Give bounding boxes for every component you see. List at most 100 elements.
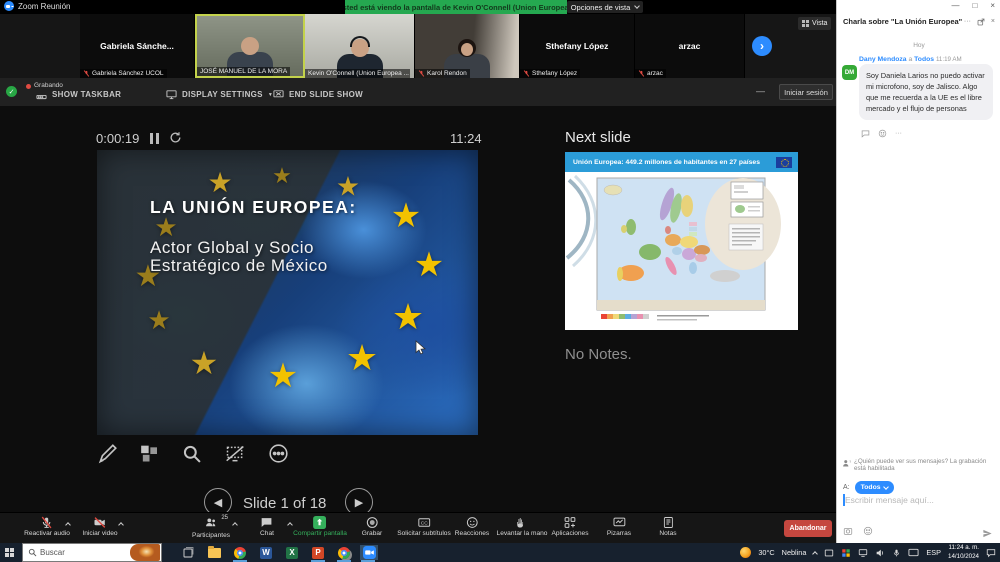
file-explorer-icon[interactable] [206, 545, 222, 560]
chat-options-chevron[interactable] [287, 522, 293, 528]
tray-mic-icon[interactable] [892, 548, 901, 558]
search-icon [28, 548, 37, 557]
privacy-note: ? ¿Quién puede ver sus mensajes? La grab… [842, 458, 994, 472]
action-center-icon[interactable] [986, 548, 996, 558]
chat-close-button[interactable]: × [990, 1, 995, 10]
chat-button[interactable]: Chat [260, 516, 274, 537]
screenshot-icon[interactable] [843, 526, 853, 536]
end-show-icon [273, 89, 284, 100]
view-options-button[interactable]: Opciones de vista [567, 1, 643, 13]
weather-desc[interactable]: Neblina [782, 548, 807, 557]
participant-tile-gabriela[interactable]: Gabriela Sánche... Gabriela Sánchez UCOL [80, 14, 195, 78]
tray-color-app-icon[interactable] [841, 548, 851, 558]
network-icon[interactable] [858, 548, 868, 558]
participant-tile-karol[interactable]: Karol Rendon [415, 14, 520, 78]
zoom-slide-icon[interactable] [182, 444, 202, 464]
participants-options-chevron[interactable] [232, 522, 238, 528]
muted-mic-icon [83, 70, 90, 77]
leave-meeting-button[interactable]: Abandonar [784, 520, 832, 537]
participant-tile-jose[interactable]: JOSÉ MANUEL DE LA MORA [195, 14, 305, 78]
slide-title: LA UNIÓN EUROPEA: [150, 197, 357, 218]
chrome-icon[interactable] [232, 545, 248, 560]
tray-window-icon[interactable] [824, 548, 834, 558]
message-more-icon[interactable]: ··· [895, 130, 902, 137]
cc-icon: CC [417, 516, 431, 529]
minimize-toolbar-button[interactable]: — [756, 86, 765, 96]
recipient-selector[interactable]: Todos [855, 481, 894, 494]
reply-icon[interactable] [861, 129, 870, 138]
chat-message-input[interactable] [845, 495, 993, 505]
display-settings-button[interactable]: DISPLAY SETTINGS ▼ [166, 89, 273, 100]
share-screen-button[interactable]: Compartir pantalla [293, 516, 347, 537]
reactions-button[interactable]: Reacciones [455, 516, 489, 537]
language-indicator[interactable]: ESP [926, 548, 941, 557]
zoom-taskbar-icon[interactable] [360, 545, 378, 560]
end-slide-show-button[interactable]: END SLIDE SHOW [273, 89, 363, 100]
slide-subtitle-2: Estratégico de México [150, 256, 328, 276]
excel-icon[interactable]: X [284, 545, 300, 560]
black-screen-icon[interactable] [224, 444, 246, 464]
add-reaction-icon[interactable] [878, 129, 887, 138]
hidden-icons-chevron[interactable] [813, 551, 819, 557]
whiteboards-button[interactable]: Pizarras [607, 516, 631, 537]
video-options-chevron[interactable] [118, 522, 124, 528]
current-slide[interactable]: ★ ★ ★ ★ ★ ★ ★ ★ ★ ★ ★ ★ LA UNIÓN EUROPEA… [97, 150, 478, 435]
apps-button[interactable]: Aplicaciones [551, 516, 588, 537]
eu-star-icon: ★ [207, 169, 232, 197]
participant-tile-arzac[interactable]: arzac arzac [635, 14, 745, 78]
touch-keyboard-icon[interactable] [908, 548, 919, 557]
search-input[interactable] [40, 548, 130, 557]
see-all-slides-icon[interactable] [139, 444, 160, 464]
taskbar-clock[interactable]: 11:24 a. m. 14/10/2024 [948, 544, 979, 561]
more-options-icon[interactable] [268, 443, 289, 464]
record-button[interactable]: Grabar [362, 516, 383, 537]
chat-minimize-button[interactable]: — [951, 1, 959, 10]
zoom-app-icon [4, 1, 14, 11]
message-sender[interactable]: Dany Mendoza [859, 56, 907, 63]
taskbar-search[interactable] [22, 543, 162, 562]
captions-button[interactable]: CC Solicitar subtítulos [397, 516, 451, 537]
pop-out-icon[interactable] [977, 18, 985, 26]
participant-tile-sthefany[interactable]: Sthefany López Sthefany López [520, 14, 635, 78]
svg-text:?: ? [849, 460, 851, 464]
participants-button[interactable]: 25 Participantes [192, 516, 230, 539]
unmute-button[interactable]: Reactivar audio [24, 516, 70, 537]
chrome-profile-icon[interactable] [336, 545, 352, 560]
participant-tile-kevin[interactable]: Kevin O'Connell (Union Europea ... [305, 14, 415, 78]
search-highlight-image[interactable] [130, 544, 160, 561]
eu-star-icon: ★ [190, 347, 219, 379]
message-recipient[interactable]: Todos [914, 56, 934, 63]
notes-button[interactable]: Notas [659, 516, 676, 537]
view-layout-button[interactable]: Vista [798, 17, 831, 30]
app-title: Zoom Reunión [18, 2, 70, 11]
camera-slash-icon [94, 516, 107, 529]
restart-timer-button[interactable] [169, 131, 182, 149]
powerpoint-icon[interactable]: P [310, 545, 326, 560]
emoji-icon[interactable] [863, 526, 873, 536]
send-icon[interactable] [982, 528, 993, 539]
task-view-button[interactable] [180, 545, 196, 560]
chat-message-bubble[interactable]: Soy Daniela Larios no puedo activar mi m… [859, 64, 993, 120]
video-strip: Gabriela Sánche... Gabriela Sánchez UCOL… [0, 14, 836, 78]
chat-more-icon[interactable]: ··· [964, 18, 971, 25]
show-taskbar-button[interactable]: SHOW TASKBAR [36, 89, 121, 100]
raise-hand-button[interactable]: Levantar la mano [497, 516, 548, 537]
chat-maximize-button[interactable]: □ [972, 1, 977, 10]
participants-icon [204, 516, 218, 529]
pause-timer-button[interactable] [150, 133, 159, 144]
start-button[interactable] [5, 548, 14, 557]
chat-panel-close-icon[interactable]: × [991, 18, 995, 25]
avatar: DM [842, 65, 857, 80]
word-icon[interactable]: W [258, 545, 274, 560]
weather-icon[interactable] [740, 547, 751, 558]
sign-in-button[interactable]: Iniciar sesión [779, 84, 833, 100]
speaker-icon[interactable] [875, 548, 885, 558]
title-bar: Zoom Reunión Usted está viendo la pantal… [0, 0, 836, 14]
next-slide-thumbnail[interactable]: Unión Europea: 449.2 millones de habitan… [565, 152, 798, 330]
presenter-view: 0:00:19 11:24 ★ ★ ★ ★ ★ ★ ★ ★ ★ ★ ★ ★ LA… [0, 106, 836, 543]
date-divider: Hoy [837, 42, 1000, 49]
next-participants-button[interactable]: › [752, 36, 772, 56]
start-video-button[interactable]: Iniciar video [82, 516, 117, 537]
pen-tool-icon[interactable] [97, 444, 117, 464]
weather-temp[interactable]: 30°C [758, 548, 774, 557]
